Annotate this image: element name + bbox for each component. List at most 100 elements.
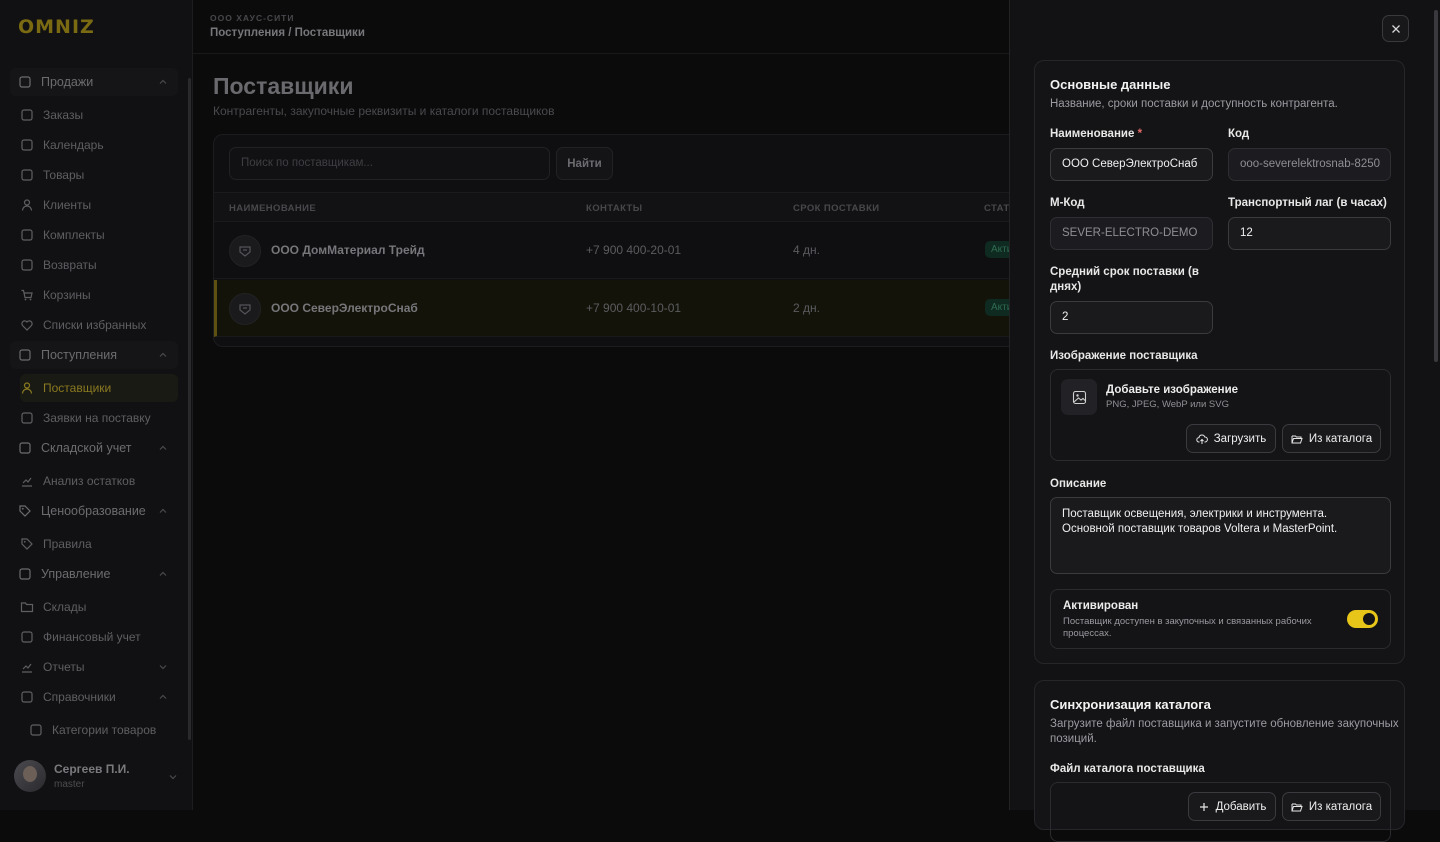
warehouse-icon	[18, 441, 32, 455]
return-icon	[20, 258, 34, 272]
sidebar-item-22[interactable]: Категории товаров	[29, 716, 178, 744]
drawer-scrollbar[interactable]	[1434, 10, 1438, 362]
column-header-name[interactable]: НАИМЕНОВАНИЕ	[229, 203, 316, 214]
sidebar-item-8[interactable]: Корзины	[20, 281, 178, 309]
sidebar-item-4[interactable]: Товары	[20, 161, 178, 189]
sidebar-item-5[interactable]: Клиенты	[20, 191, 178, 219]
orders-icon	[20, 108, 34, 122]
chevron-down-icon	[158, 662, 168, 672]
column-header-lead-time[interactable]: СРОК ПОСТАВКИ	[793, 203, 880, 214]
avg-lead-field[interactable]: 2	[1050, 301, 1213, 334]
supplier-contact: +7 900 400-20-01	[586, 243, 681, 257]
required-marker: *	[1138, 128, 1142, 140]
description-label: Описание	[1050, 477, 1106, 492]
sidebar-item-21[interactable]: Справочники	[20, 683, 178, 711]
sidebar-item-label: Поступления	[41, 348, 117, 362]
add-file-button[interactable]: Добавить	[1188, 792, 1276, 821]
catalog-label: Из каталога	[1309, 433, 1372, 445]
calendar-icon	[20, 138, 34, 152]
app-root: OMNIZ Продажи Заказы Календарь ТоварыКлиент…	[0, 0, 1440, 810]
sidebar-item-3[interactable]: Календарь	[20, 131, 178, 159]
cart-icon	[20, 288, 34, 302]
user-menu[interactable]: Сергеев П.И. master	[14, 758, 184, 794]
sidebar-item-18[interactable]: Склады	[20, 593, 178, 621]
sidebar-item-label: Ценообразование	[41, 504, 146, 518]
supplier-contact: +7 900 400-10-01	[586, 301, 681, 315]
chart-icon	[20, 474, 34, 488]
supplier-lead-time: 4 дн.	[793, 243, 820, 257]
table-row-selected[interactable]: ООО СеверЭлектроСнаб +7 900 400-10-01 2 …	[214, 280, 1022, 337]
layers-icon	[20, 228, 34, 242]
page-title: Поставщики	[213, 73, 353, 100]
active-title: Активирован	[1063, 600, 1138, 612]
catalog-file-box: Добавить Из каталога	[1050, 782, 1391, 842]
sidebar-item-label: Склады	[43, 600, 86, 614]
sidebar-item-label: Анализ остатков	[43, 474, 135, 488]
user-role: master	[54, 779, 130, 790]
sidebar-item-13[interactable]: Складской учет	[10, 434, 178, 462]
sidebar-item-label: Корзины	[43, 288, 91, 302]
sidebar-item-14[interactable]: Анализ остатков	[20, 467, 178, 495]
page-subtitle: Контрагенты, закупочные реквизиты и ката…	[213, 104, 554, 118]
sidebar-item-2[interactable]: Заказы	[20, 101, 178, 129]
active-subtitle: Поставщик доступен в закупочных и связан…	[1063, 616, 1333, 640]
section-title: Основные данные	[1050, 77, 1170, 92]
sidebar: OMNIZ Продажи Заказы Календарь ТоварыКлиент…	[0, 0, 193, 810]
tree-icon	[29, 723, 43, 737]
search-input[interactable]: Поиск по поставщикам...	[229, 147, 550, 180]
wallet-icon	[20, 630, 34, 644]
sidebar-item-label: Заявки на поставку	[43, 411, 151, 425]
sidebar-item-20[interactable]: Отчеты	[20, 653, 178, 681]
tag-icon	[20, 537, 34, 551]
sidebar-item-label: Списки избранных	[43, 318, 146, 332]
transport-lag-field[interactable]: 12	[1228, 217, 1391, 250]
org-name: ООО ХАУС-СИТИ	[210, 13, 295, 23]
inbox-icon	[20, 411, 34, 425]
find-button[interactable]: Найти	[556, 147, 613, 180]
sidebar-item-6[interactable]: Комплекты	[20, 221, 178, 249]
file-from-catalog-button[interactable]: Из каталога	[1282, 792, 1381, 821]
mcode-field[interactable]: SEVER-ELECTRO-DEMO	[1050, 217, 1213, 250]
sidebar-item-label: Справочники	[43, 690, 116, 704]
sidebar-item-11[interactable]: Поставщики	[20, 374, 178, 402]
user-icon	[20, 198, 34, 212]
sidebar-item-16[interactable]: Правила	[20, 530, 178, 558]
sidebar-item-10[interactable]: Поступления	[10, 341, 178, 369]
sidebar-item-label: Заказы	[43, 108, 83, 122]
chevron-up-icon	[158, 692, 168, 702]
column-header-status[interactable]: СТАТ	[984, 203, 1010, 214]
sidebar-item-1[interactable]: Продажи	[10, 68, 178, 96]
image-label: Изображение поставщика	[1050, 349, 1197, 364]
upload-label: Загрузить	[1214, 433, 1267, 445]
image-from-catalog-button[interactable]: Из каталога	[1282, 424, 1381, 453]
sidebar-item-label: Календарь	[43, 138, 104, 152]
sidebar-item-label: Комплекты	[43, 228, 105, 242]
active-toggle[interactable]	[1347, 610, 1378, 628]
name-field[interactable]: ООО СеверЭлектроСнаб	[1050, 148, 1213, 181]
catalog-label: Из каталога	[1309, 801, 1372, 813]
sidebar-item-15[interactable]: Ценообразование	[10, 497, 178, 525]
logo-text: OMNIZ	[18, 16, 95, 38]
book-icon	[20, 690, 34, 704]
store-icon	[18, 75, 32, 89]
sidebar-item-19[interactable]: Финансовый учет	[20, 623, 178, 651]
column-header-contacts[interactable]: КОНТАКТЫ	[586, 203, 642, 214]
upload-image-button[interactable]: Загрузить	[1186, 424, 1276, 453]
logo[interactable]: OMNIZ	[18, 17, 95, 37]
tag-icon	[18, 504, 32, 518]
layout-icon	[18, 567, 32, 581]
sidebar-scrollbar[interactable]	[188, 78, 191, 740]
table-row[interactable]: ООО ДомМатериал Трейд +7 900 400-20-01 4…	[214, 222, 1022, 279]
avatar	[14, 760, 46, 792]
description-field[interactable]: Поставщик освещения, электрики и инструм…	[1050, 497, 1391, 574]
close-button[interactable]	[1382, 15, 1409, 42]
name-label: Наименование *	[1050, 127, 1142, 142]
sidebar-item-7[interactable]: Возвраты	[20, 251, 178, 279]
sidebar-item-9[interactable]: Списки избранных	[20, 311, 178, 339]
sidebar-item-17[interactable]: Управление	[10, 560, 178, 588]
sidebar-item-label: Управление	[41, 567, 111, 581]
image-title: Добавьте изображение	[1106, 384, 1238, 396]
code-field[interactable]: ooo-severelektrosnab-8250	[1228, 148, 1391, 181]
sidebar-item-12[interactable]: Заявки на поставку	[20, 404, 178, 432]
toggle-knob	[1363, 613, 1375, 625]
